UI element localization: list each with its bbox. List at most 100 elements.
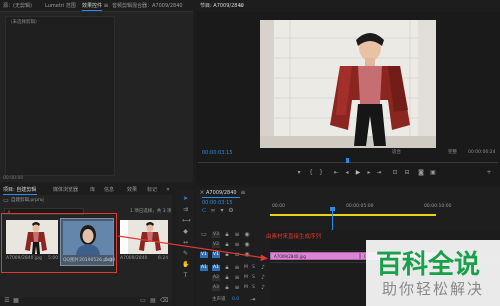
track-label[interactable]: A3 bbox=[212, 285, 220, 291]
source-patch-icon[interactable]: ▭ bbox=[201, 232, 207, 238]
track-label[interactable]: V1 bbox=[212, 252, 220, 258]
work-area-bar[interactable] bbox=[270, 214, 436, 216]
add-marker-icon[interactable]: ▾ bbox=[296, 170, 302, 176]
lock-icon[interactable]: 🔒︎ bbox=[224, 252, 230, 258]
sync-lock-icon[interactable]: ≡ bbox=[234, 242, 240, 248]
mute-button[interactable]: M bbox=[244, 275, 248, 281]
mic-icon[interactable]: ♪ bbox=[260, 285, 266, 291]
export-frame-icon[interactable]: ◙ bbox=[418, 170, 424, 176]
mark-in-icon[interactable]: { bbox=[308, 170, 314, 176]
track-label[interactable]: A1 bbox=[212, 265, 220, 271]
step-forward-icon[interactable]: ▸ bbox=[366, 170, 372, 176]
icon-view-icon[interactable]: ▦ bbox=[13, 298, 19, 304]
watermark-subtitle: 助你轻松解决 bbox=[382, 280, 485, 298]
timeline-settings-icon[interactable]: ⚙ bbox=[228, 208, 234, 214]
eye-icon[interactable]: ◉ bbox=[244, 232, 250, 238]
go-to-out-icon[interactable]: ⇥ bbox=[376, 170, 382, 176]
lock-icon[interactable]: 🔒︎ bbox=[224, 285, 230, 291]
solo-button[interactable]: S bbox=[252, 265, 255, 271]
selection-count: 1 项已选择，共 3 项 bbox=[130, 209, 172, 214]
sequence-tab[interactable]: A7009/2840 bbox=[206, 189, 237, 197]
lock-icon[interactable]: 🔒︎ bbox=[224, 232, 230, 238]
razor-tool-icon[interactable]: ◆ bbox=[182, 229, 189, 235]
tab-info[interactable]: 信息 bbox=[104, 186, 114, 194]
lock-icon[interactable]: 🔒︎ bbox=[224, 242, 230, 248]
more-tabs-icon[interactable]: » bbox=[165, 187, 171, 193]
mute-button[interactable]: M bbox=[244, 285, 248, 291]
lock-icon[interactable]: 🔒︎ bbox=[224, 275, 230, 281]
lock-icon[interactable]: 🔒︎ bbox=[224, 265, 230, 271]
comparison-view-icon[interactable]: ▣ bbox=[430, 170, 436, 176]
play-icon[interactable]: ▶ bbox=[354, 170, 362, 176]
new-item-icon[interactable]: ▤ bbox=[150, 298, 156, 304]
go-to-in-icon[interactable]: ⇤ bbox=[333, 170, 339, 176]
track-label[interactable]: A1 bbox=[200, 265, 208, 271]
tools-panel: ➤ ⇉ ⟷ ◆ ↔ ✎ ✋ T bbox=[176, 190, 194, 306]
sync-lock-icon[interactable]: ≡ bbox=[234, 265, 240, 271]
sync-lock-icon[interactable]: ≡ bbox=[234, 252, 240, 258]
go-to-end-icon[interactable]: ⇥ bbox=[250, 297, 256, 303]
lift-icon[interactable]: ⊡ bbox=[392, 170, 398, 176]
slip-tool-icon[interactable]: ↔ bbox=[182, 240, 189, 246]
clip-thumbnail[interactable] bbox=[63, 221, 113, 255]
playhead-handle[interactable] bbox=[330, 207, 335, 211]
list-item[interactable]: A7009/2840.jpg 5:00 bbox=[6, 220, 58, 264]
trash-icon[interactable]: ⌫ bbox=[160, 298, 168, 304]
extract-icon[interactable]: ⊟ bbox=[404, 170, 410, 176]
type-tool-icon[interactable]: T bbox=[182, 273, 189, 279]
mute-button[interactable]: M bbox=[244, 265, 248, 271]
tab-effect-controls[interactable]: 效果控件 bbox=[82, 2, 102, 10]
program-monitor-titlebar: 节目: A7009/2840 ≡ bbox=[196, 0, 500, 12]
linked-selection-icon[interactable]: ∞ bbox=[210, 208, 216, 214]
track-label[interactable]: V1 bbox=[200, 252, 208, 258]
close-sequence-icon[interactable]: × bbox=[199, 190, 205, 196]
fit-dropdown[interactable]: 适合 bbox=[392, 150, 401, 156]
solo-button[interactable]: S bbox=[252, 275, 255, 281]
eye-icon[interactable]: ◉ bbox=[244, 252, 250, 258]
tab-markers[interactable]: 标记 bbox=[147, 186, 157, 194]
track-label[interactable]: V3 bbox=[212, 232, 220, 238]
selection-tool-icon[interactable]: ➤ bbox=[182, 196, 189, 202]
master-volume-value[interactable]: 0.0 bbox=[232, 297, 239, 303]
mark-out-icon[interactable]: } bbox=[318, 170, 324, 176]
timeline-clip[interactable]: A7009/2840.jpg bbox=[270, 252, 360, 260]
solo-button[interactable]: S bbox=[252, 285, 255, 291]
sync-lock-icon[interactable]: ≡ bbox=[234, 275, 240, 281]
pen-tool-icon[interactable]: ✎ bbox=[182, 251, 189, 257]
list-view-icon[interactable]: ☰ bbox=[4, 298, 10, 304]
track-label[interactable]: V2 bbox=[212, 242, 220, 248]
quality-dropdown[interactable]: 完整 bbox=[448, 150, 457, 156]
snap-icon[interactable]: ⊂ bbox=[201, 208, 207, 214]
list-item[interactable]: A7009/2840 6:24 bbox=[120, 220, 170, 264]
tab-project[interactable]: 项目: 自建剪辑 bbox=[3, 186, 36, 194]
ruler-label: 00:00:05:00 bbox=[346, 204, 374, 209]
mic-icon[interactable]: ♪ bbox=[260, 265, 266, 271]
sync-lock-icon[interactable]: ≡ bbox=[234, 285, 240, 291]
new-bin-icon[interactable]: ▭ bbox=[140, 298, 146, 304]
hand-tool-icon[interactable]: ✋ bbox=[182, 262, 189, 268]
clip-thumbnail[interactable] bbox=[120, 220, 168, 254]
tab-effects[interactable]: 效果 bbox=[127, 186, 137, 194]
program-menu-icon[interactable]: ≡ bbox=[238, 3, 244, 9]
add-marker-timeline-icon[interactable]: ▾ bbox=[219, 208, 225, 214]
ripple-edit-tool-icon[interactable]: ⟷ bbox=[182, 218, 191, 224]
tab-libraries[interactable]: 库 bbox=[90, 186, 95, 194]
program-playhead-marker[interactable] bbox=[346, 158, 349, 163]
track-label[interactable]: A2 bbox=[212, 275, 220, 281]
step-back-icon[interactable]: ◂ bbox=[344, 170, 350, 176]
eye-icon[interactable]: ◉ bbox=[244, 242, 250, 248]
panel-menu-icon[interactable]: ≡ bbox=[103, 3, 109, 9]
mic-icon[interactable]: ♪ bbox=[260, 275, 266, 281]
tab-media-browser[interactable]: 媒体浏览器 bbox=[53, 186, 78, 194]
tab-audio-clip-mixer[interactable]: 音频剪辑混合器：A7009/2840 bbox=[112, 2, 183, 10]
timeline-ruler[interactable]: 00:00 00:00:05:00 00:00:10:00 bbox=[270, 200, 498, 216]
button-editor-icon[interactable]: + bbox=[486, 170, 492, 176]
timeline-menu-icon[interactable]: ≡ bbox=[240, 190, 246, 196]
tab-source[interactable]: 源：(无剪辑) bbox=[3, 2, 32, 10]
sync-lock-icon[interactable]: ≡ bbox=[234, 232, 240, 238]
clip-thumbnail[interactable] bbox=[6, 220, 58, 254]
program-scrub-bar[interactable] bbox=[198, 158, 498, 163]
track-select-tool-icon[interactable]: ⇉ bbox=[182, 207, 189, 213]
list-item[interactable]: QQ图片20190526.png 5:00 bbox=[60, 218, 115, 266]
tab-lumetri-scopes[interactable]: Lumetri 范围 bbox=[45, 2, 76, 10]
